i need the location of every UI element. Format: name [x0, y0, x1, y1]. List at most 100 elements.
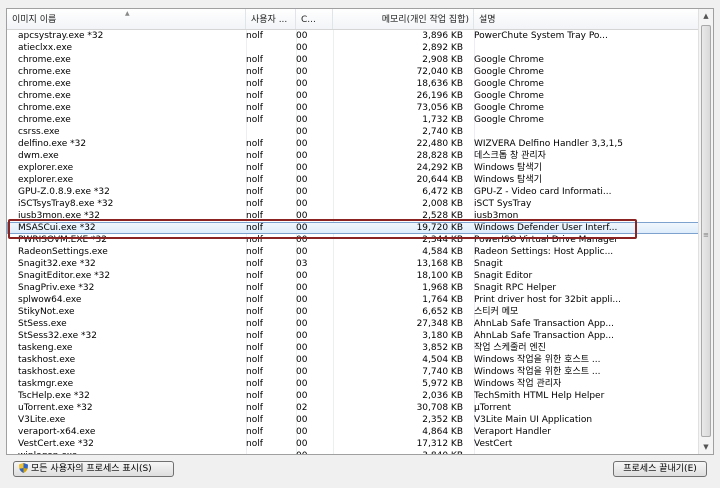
vertical-scrollbar[interactable]: ▲ ≡ ▼ — [698, 9, 713, 454]
table-row[interactable]: SnagitEditor.exe *32 nolf 00 18,100 KB Snagi… — [7, 270, 700, 282]
scroll-up-icon[interactable]: ▲ — [700, 9, 712, 23]
table-row[interactable]: apcsystray.exe *32 nolf 00 3,896 KB PowerChu… — [7, 30, 700, 42]
memory-cell: 27,348 KB — [416, 319, 463, 329]
description-cell: WIZVERA Delfino Handler 3,3,1,5 — [474, 139, 623, 149]
table-row[interactable]: csrss.exe 00 2,740 KB — [7, 126, 700, 138]
user-name-cell: nolf — [246, 427, 263, 437]
table-row[interactable]: uTorrent.exe *32 nolf 02 30,708 KB µTorrent — [7, 402, 700, 414]
cpu-cell: 00 — [296, 415, 308, 425]
process-name-cell: PWRISOVM.EXE *32 — [18, 235, 108, 245]
cpu-cell: 00 — [296, 271, 308, 281]
column-header-user[interactable]: 사용자 ... — [246, 9, 296, 29]
memory-cell: 18,636 KB — [416, 79, 463, 89]
process-name-cell: StSess32.exe *32 — [18, 331, 97, 341]
table-row[interactable]: Snagit32.exe *32 nolf 03 13,168 KB Snagit — [7, 258, 700, 270]
memory-cell: 6,652 KB — [422, 307, 463, 317]
cpu-cell: 00 — [296, 211, 308, 221]
description-cell: Windows Defender User Interf... — [474, 223, 618, 233]
table-row[interactable]: VestCert.exe *32 nolf 00 17,312 KB VestCert — [7, 438, 700, 450]
table-row[interactable]: StikyNot.exe nolf 00 6,652 KB 스티커 메모 — [7, 306, 700, 318]
description-cell: Windows 작업을 위한 호스트 ... — [474, 355, 601, 365]
process-name-cell: TscHelp.exe *32 — [18, 391, 90, 401]
table-row[interactable]: delfino.exe *32 nolf 00 22,480 KB WIZVERA De… — [7, 138, 700, 150]
table-row[interactable]: chrome.exe nolf 00 1,732 KB Google Chrome — [7, 114, 700, 126]
process-name-cell: taskhost.exe — [18, 355, 76, 365]
table-row[interactable]: chrome.exe nolf 00 2,908 KB Google Chrome — [7, 54, 700, 66]
table-row[interactable]: PWRISOVM.EXE *32 nolf 00 2,344 KB PowerISO V… — [7, 234, 700, 246]
table-row[interactable]: winlogon.exe 00 3,840 KB — [7, 450, 700, 454]
table-row[interactable]: veraport-x64.exe nolf 00 4,864 KB Veraport H… — [7, 426, 700, 438]
table-row[interactable]: chrome.exe nolf 00 72,040 KB Google Chrome — [7, 66, 700, 78]
table-row[interactable]: StSess32.exe *32 nolf 00 3,180 KB AhnLab Saf… — [7, 330, 700, 342]
memory-cell: 5,972 KB — [422, 379, 463, 389]
description-cell: Snagit RPC Helper — [474, 283, 557, 293]
process-name-cell: dwm.exe — [18, 151, 59, 161]
table-row[interactable]: V3Lite.exe nolf 00 2,352 KB V3Lite Main UI A… — [7, 414, 700, 426]
description-cell: GPU-Z - Video card Informati... — [474, 187, 612, 197]
cpu-cell: 00 — [296, 439, 308, 449]
memory-cell: 4,504 KB — [422, 355, 463, 365]
table-row[interactable]: iusb3mon.exe *32 nolf 00 2,528 KB iusb3mon — [7, 210, 700, 222]
table-row[interactable]: chrome.exe nolf 00 18,636 KB Google Chrome — [7, 78, 700, 90]
column-header-cpu[interactable]: C... — [296, 9, 333, 29]
user-name-cell: nolf — [246, 175, 263, 185]
table-row[interactable]: StSess.exe nolf 00 27,348 KB AhnLab Safe Tra… — [7, 318, 700, 330]
table-row[interactable]: MSASCui.exe *32 nolf 00 19,720 KB Windows De… — [7, 222, 700, 234]
table-row[interactable]: taskhost.exe nolf 00 4,504 KB Windows 작업을 위한… — [7, 354, 700, 366]
process-name-cell: taskhost.exe — [18, 367, 76, 377]
cpu-cell: 00 — [296, 343, 308, 353]
user-name-cell: nolf — [246, 379, 263, 389]
user-name-cell: nolf — [246, 343, 263, 353]
column-header-memory[interactable]: 메모리(개인 작업 집합) — [333, 9, 474, 29]
table-row[interactable]: splwow64.exe nolf 00 1,764 KB Print driver h… — [7, 294, 700, 306]
uac-shield-icon — [19, 463, 28, 473]
description-cell: AhnLab Safe Transaction App... — [474, 319, 614, 329]
user-name-cell: nolf — [246, 367, 263, 377]
memory-cell: 19,720 KB — [416, 223, 463, 233]
user-name-cell: nolf — [246, 199, 263, 209]
cpu-cell: 00 — [296, 319, 308, 329]
grip-icon: ≡ — [703, 231, 709, 239]
process-list[interactable]: 이미지 이름 ▲ 사용자 ... C... 메모리(개인 작업 집합) 설명 a… — [6, 8, 714, 455]
table-row[interactable]: taskhost.exe nolf 00 7,740 KB Windows 작업을 위한… — [7, 366, 700, 378]
table-row[interactable]: chrome.exe nolf 00 73,056 KB Google Chrome — [7, 102, 700, 114]
cpu-cell: 00 — [296, 379, 308, 389]
memory-cell: 20,644 KB — [416, 175, 463, 185]
column-header-description[interactable]: 설명 — [474, 9, 700, 29]
cpu-cell: 00 — [296, 223, 308, 233]
table-row[interactable]: GPU-Z.0.8.9.exe *32 nolf 00 6,472 KB GPU-Z -… — [7, 186, 700, 198]
end-process-button[interactable]: 프로세스 끝내기(E) — [613, 461, 707, 477]
user-name-cell: nolf — [246, 115, 263, 125]
user-name-cell: nolf — [246, 163, 263, 173]
memory-cell: 2,740 KB — [422, 127, 463, 137]
process-name-cell: chrome.exe — [18, 91, 71, 101]
table-row[interactable]: SnagPriv.exe *32 nolf 00 1,968 KB Snagit RPC… — [7, 282, 700, 294]
description-cell: Windows 탐색기 — [474, 175, 542, 185]
memory-cell: 4,864 KB — [422, 427, 463, 437]
user-name-cell: nolf — [246, 139, 263, 149]
table-row[interactable]: taskeng.exe nolf 00 3,852 KB 작업 스케줄러 엔진 — [7, 342, 700, 354]
table-row[interactable]: explorer.exe nolf 00 24,292 KB Windows 탐색기 — [7, 162, 700, 174]
user-name-cell: nolf — [246, 283, 263, 293]
scroll-down-icon[interactable]: ▼ — [700, 440, 712, 454]
show-all-users-processes-button[interactable]: 모든 사용자의 프로세스 표시(S) — [13, 461, 174, 477]
table-row[interactable]: iSCTsysTray8.exe *32 nolf 00 2,008 KB iSCT S… — [7, 198, 700, 210]
process-name-cell: StikyNot.exe — [18, 307, 75, 317]
cpu-cell: 00 — [296, 127, 308, 137]
cpu-cell: 00 — [296, 199, 308, 209]
memory-cell: 7,740 KB — [422, 367, 463, 377]
table-row[interactable]: chrome.exe nolf 00 26,196 KB Google Chrome — [7, 90, 700, 102]
user-name-cell: nolf — [246, 151, 263, 161]
memory-cell: 2,008 KB — [422, 199, 463, 209]
table-row[interactable]: TscHelp.exe *32 nolf 00 2,036 KB TechSmith H… — [7, 390, 700, 402]
cpu-cell: 00 — [296, 79, 308, 89]
table-row[interactable]: RadeonSettings.exe nolf 00 4,584 KB Radeon S… — [7, 246, 700, 258]
table-row[interactable]: dwm.exe nolf 00 28,828 KB 데스크톱 창 관리자 — [7, 150, 700, 162]
cpu-cell: 00 — [296, 67, 308, 77]
scroll-thumb[interactable]: ≡ — [701, 25, 711, 437]
table-row[interactable]: atieclxx.exe 00 2,892 KB — [7, 42, 700, 54]
cpu-cell: 00 — [296, 187, 308, 197]
table-row[interactable]: taskmgr.exe nolf 00 5,972 KB Windows 작업 관리자 — [7, 378, 700, 390]
process-name-cell: delfino.exe *32 — [18, 139, 87, 149]
table-row[interactable]: explorer.exe nolf 00 20,644 KB Windows 탐색기 — [7, 174, 700, 186]
